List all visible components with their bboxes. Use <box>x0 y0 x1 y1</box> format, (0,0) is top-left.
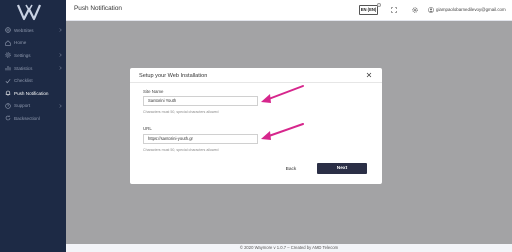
next-button[interactable]: Next <box>317 163 367 174</box>
sidebar-item-label: WebSites <box>14 27 34 33</box>
url-hint: Characters must 50, special characters a… <box>143 148 219 152</box>
globe-icon <box>5 27 11 33</box>
sidebar-item-backsectionl[interactable]: Backsectionl <box>0 112 66 125</box>
sidebar-nav: WebSites Home Settings Statistics Checkl… <box>0 24 66 125</box>
bell-icon <box>5 90 11 96</box>
annotation-arrow-site-name <box>261 85 304 103</box>
waymore-logo[interactable] <box>17 4 41 21</box>
sidebar-item-settings[interactable]: Settings <box>0 49 66 62</box>
sidebar-item-label: Checklist <box>14 78 33 84</box>
url-input[interactable]: https://santorini-youth.gr <box>143 134 258 144</box>
check-icon <box>5 78 11 84</box>
footer-copyright: © 2020 Waymore v 1.0.7 – Created by AMD … <box>239 245 339 250</box>
annotation-arrow-url <box>261 123 304 140</box>
top-header: Push Notification EN (EN) giampaolobarne… <box>66 0 512 21</box>
sidebar: WebSites Home Settings Statistics Checkl… <box>0 0 66 252</box>
language-selector[interactable]: EN (EN) <box>359 5 378 15</box>
sidebar-item-label: Home <box>14 40 27 46</box>
home-icon <box>5 40 11 46</box>
site-name-input[interactable]: Santorini Youth <box>143 96 258 106</box>
sidebar-item-home[interactable]: Home <box>0 37 66 50</box>
modal-divider <box>130 82 382 83</box>
sidebar-item-label: Support <box>14 103 31 109</box>
settings-icon[interactable] <box>412 7 418 13</box>
url-label: URL <box>143 126 152 131</box>
sidebar-item-checklist[interactable]: Checklist <box>0 74 66 87</box>
chevron-right-icon <box>59 28 62 32</box>
language-badge <box>377 3 381 7</box>
chevron-right-icon <box>59 66 62 70</box>
site-name-label: Site Name <box>143 89 164 94</box>
gear-icon <box>5 52 11 59</box>
setup-installation-modal: Setup your Web Installation Site Name Sa… <box>130 68 382 184</box>
chevron-right-icon <box>59 103 62 108</box>
sidebar-item-label: Push Notification <box>14 90 49 96</box>
sidebar-item-support[interactable]: Support <box>0 100 66 113</box>
sidebar-item-push-notification[interactable]: Push Notification <box>0 87 66 100</box>
sidebar-item-label: Settings <box>14 52 31 58</box>
chart-icon <box>5 65 11 71</box>
modal-title: Setup your Web Installation <box>139 73 208 79</box>
fullscreen-icon[interactable] <box>391 7 397 13</box>
close-icon[interactable] <box>366 72 372 78</box>
help-icon <box>5 103 11 109</box>
sidebar-item-label: Statistics <box>14 65 33 71</box>
user-avatar-icon[interactable] <box>428 7 434 13</box>
footer: © 2020 Waymore v 1.0.7 – Created by AMD … <box>66 244 512 252</box>
sidebar-item-websites[interactable]: WebSites <box>0 24 66 37</box>
chevron-right-icon <box>59 53 62 57</box>
site-name-hint: Characters must 50, special characters a… <box>143 110 219 114</box>
back-button[interactable]: Back <box>280 165 302 174</box>
page-title: Push Notification <box>74 5 122 12</box>
refresh-icon <box>5 115 11 121</box>
user-email[interactable]: giampaolobarnedilevoy@gmail.com <box>436 7 506 12</box>
sidebar-item-statistics[interactable]: Statistics <box>0 62 66 75</box>
sidebar-item-label: Backsectionl <box>14 115 40 121</box>
